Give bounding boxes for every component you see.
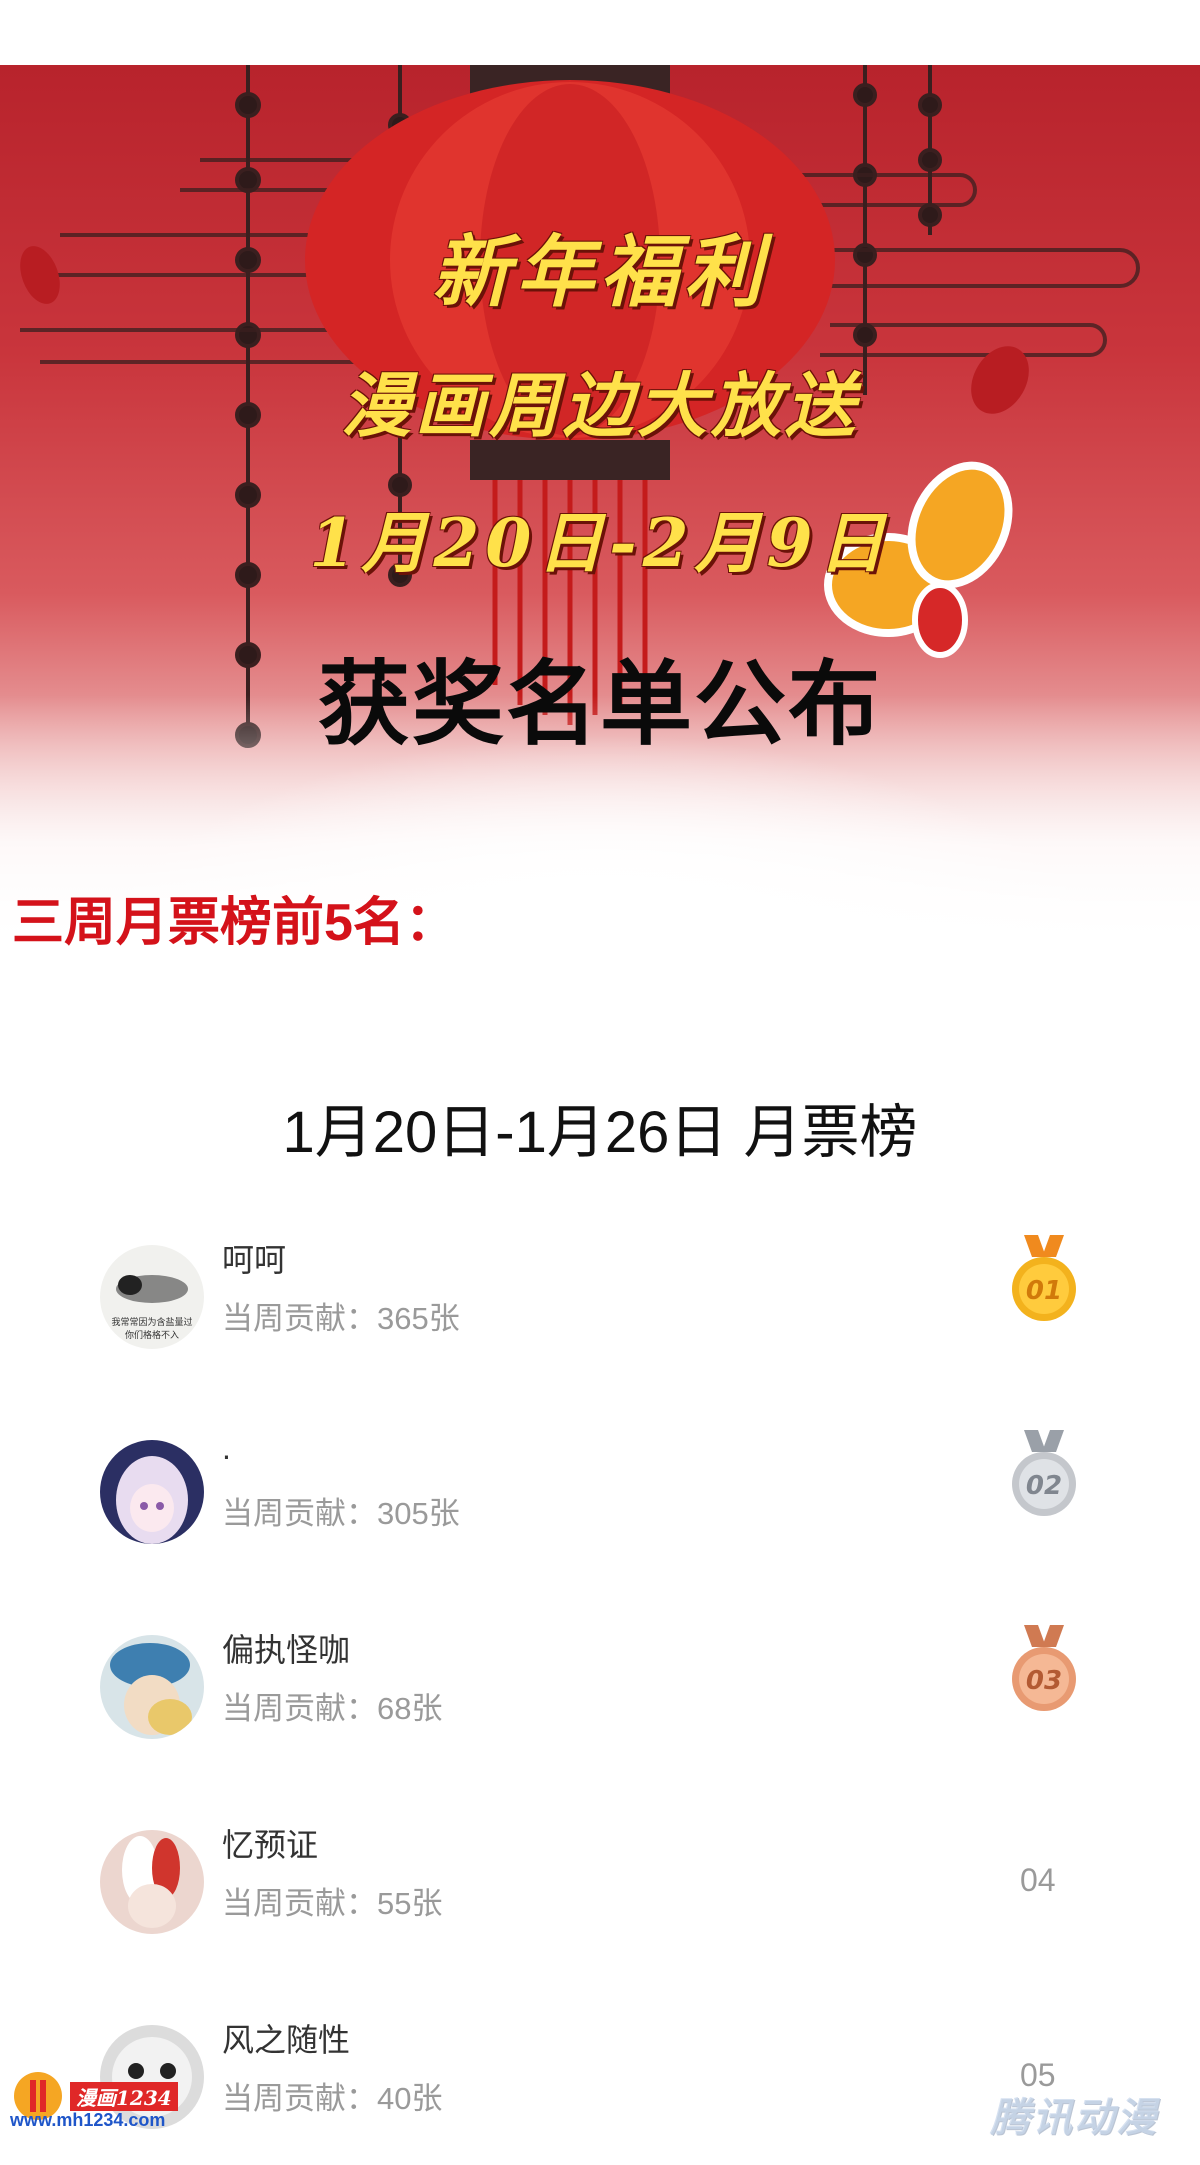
- watermark-brand: 漫画1234: [70, 2082, 178, 2111]
- username: 忆预证: [222, 1827, 319, 1863]
- svg-text:03: 03: [1026, 1666, 1062, 1696]
- weekly-contribution: 当周贡献：55张: [222, 1886, 443, 1921]
- svg-text:你们格格不入: 你们格格不入: [125, 1329, 179, 1341]
- weekly-contribution: 当周贡献：305张: [222, 1496, 460, 1531]
- avatar[interactable]: [100, 1830, 204, 1934]
- banner-title-line2: 漫画周边大放送: [341, 364, 859, 447]
- week-ranking-title: 1月20日-1月26日 月票榜: [282, 1100, 918, 1165]
- username: .: [222, 1430, 231, 1466]
- svg-text:我常常因为含盐量过: 我常常因为含盐量过: [111, 1316, 192, 1328]
- avatar[interactable]: [100, 1440, 204, 1544]
- award-list-heading: 获奖名单公布: [317, 654, 882, 756]
- username: 呵呵: [222, 1242, 287, 1278]
- silver-medal-icon: 02: [1012, 1430, 1076, 1516]
- ranking-row[interactable]: 偏执怪咖 当周贡献：68张 03: [0, 1625, 1200, 1775]
- avatar[interactable]: [100, 1635, 204, 1739]
- rank-number: 04: [1020, 1862, 1056, 1898]
- username: 偏执怪咖: [222, 1632, 351, 1668]
- ranking-row[interactable]: 忆预证 当周贡献：55张 04: [0, 1820, 1200, 1970]
- weekly-contribution: 当周贡献：68张: [222, 1691, 443, 1726]
- banner-title-line1: 新年福利: [431, 227, 768, 318]
- weekly-contribution: 当周贡献：365张: [222, 1301, 460, 1336]
- ranking-row[interactable]: . 当周贡献：305张 02: [0, 1430, 1200, 1580]
- ranking-row[interactable]: 我常常因为含盐量过 你们格格不入 呵呵 当周贡献：365张 01: [0, 1235, 1200, 1385]
- username: 风之随性: [222, 2022, 351, 2058]
- watermark-url: www.mh1234.com: [10, 2110, 166, 2130]
- tencent-comic-watermark: 腾讯动漫: [990, 2096, 1158, 2140]
- section-title: 三周月票榜前5名：: [12, 894, 457, 952]
- bronze-medal-icon: 03: [1012, 1625, 1076, 1711]
- avatar[interactable]: 我常常因为含盐量过 你们格格不入: [100, 1245, 204, 1349]
- weekly-contribution: 当周贡献：40张: [222, 2081, 443, 2116]
- svg-text:01: 01: [1026, 1276, 1062, 1306]
- banner-title-line3: 1月20日-2月9日: [309, 504, 891, 582]
- svg-text:02: 02: [1026, 1471, 1062, 1501]
- gold-medal-icon: 01: [1012, 1235, 1076, 1321]
